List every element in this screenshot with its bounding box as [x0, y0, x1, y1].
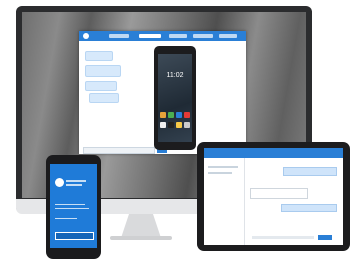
monitor-stand-base: [110, 236, 172, 240]
tablet-chat-message: [250, 188, 308, 199]
chat-message: [85, 51, 113, 61]
chat-input[interactable]: [83, 147, 155, 154]
tablet-chat-message: [283, 167, 337, 176]
app-tab[interactable]: [193, 34, 213, 38]
phone-clock: 11:02: [166, 72, 184, 79]
tablet-chat-input[interactable]: [252, 236, 314, 239]
app-icon[interactable]: [176, 122, 182, 128]
app-icon[interactable]: [168, 112, 174, 118]
chat-message: [85, 65, 121, 77]
app-icon[interactable]: [160, 122, 166, 128]
app-logo-icon: [83, 33, 89, 39]
tablet-app-header: [204, 148, 343, 158]
chat-message: [85, 81, 117, 91]
app-tab[interactable]: [219, 34, 237, 38]
app-icon[interactable]: [160, 112, 166, 118]
tablet-chat-message: [281, 204, 337, 212]
monitor-stand: [121, 214, 161, 238]
app-tab[interactable]: [109, 34, 129, 38]
phone-action-button[interactable]: [55, 232, 94, 240]
app-icon[interactable]: [184, 112, 190, 118]
phone-app-title-line: [66, 180, 86, 182]
tablet-send-button[interactable]: [318, 235, 332, 240]
app-tab[interactable]: [169, 34, 187, 38]
app-icon[interactable]: [184, 122, 190, 128]
phone-app-subtitle-line: [66, 184, 82, 186]
chat-message: [89, 93, 119, 103]
tablet-list-item[interactable]: [208, 172, 232, 174]
mirrored-phone-screen[interactable]: [158, 54, 192, 142]
tablet-pane-divider: [244, 158, 245, 245]
app-icon[interactable]: [176, 112, 182, 118]
phone-text-line: [55, 208, 89, 209]
app-icon[interactable]: [168, 122, 174, 128]
app-logo-icon: [55, 178, 64, 187]
phone-text-line: [55, 204, 85, 205]
tablet-list-item[interactable]: [208, 166, 238, 168]
phone-text-line: [55, 218, 77, 219]
app-tab-active[interactable]: [139, 34, 161, 38]
